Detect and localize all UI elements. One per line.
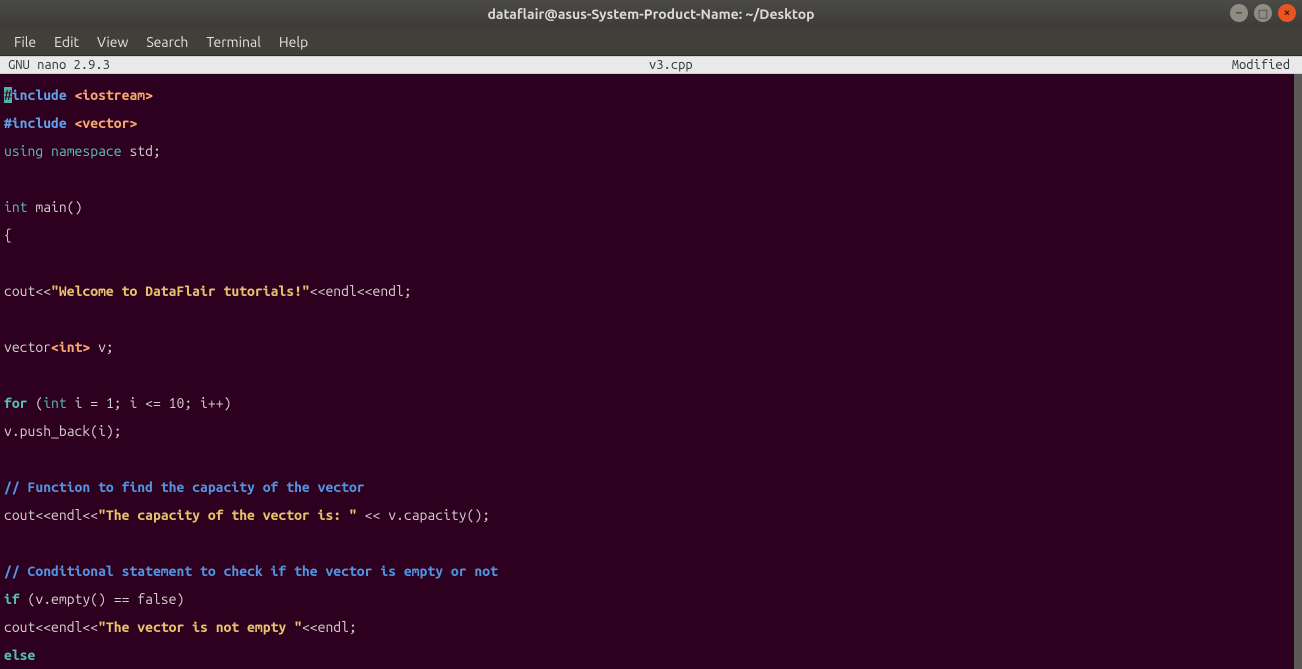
- close-icon[interactable]: ×: [1278, 4, 1296, 22]
- code-token: <int>: [51, 339, 90, 355]
- code-token: #include: [4, 115, 75, 131]
- code-token: i = 1; i <= 10; i++): [67, 395, 232, 411]
- code-token: cout<<endl<<: [4, 507, 98, 523]
- code-line: {: [4, 228, 1290, 242]
- menu-edit[interactable]: Edit: [46, 32, 87, 52]
- code-token: (: [28, 395, 44, 411]
- code-token: "The vector is not empty ": [98, 619, 302, 635]
- code-token: using namespace: [4, 143, 122, 159]
- code-token: vector: [4, 339, 51, 355]
- code-token: cout<<endl<<: [4, 619, 98, 635]
- maximize-icon[interactable]: □: [1254, 4, 1272, 22]
- code-line: [4, 312, 1290, 326]
- code-token: std;: [122, 143, 161, 159]
- menubar: File Edit View Search Terminal Help: [0, 28, 1302, 56]
- code-token: if: [4, 591, 20, 607]
- menu-search[interactable]: Search: [138, 32, 196, 52]
- code-token: <<endl;: [302, 619, 357, 635]
- code-line: [4, 536, 1290, 550]
- editor-area[interactable]: #include <iostream> #include <vector> us…: [0, 74, 1302, 669]
- code-line: [4, 368, 1290, 382]
- menu-view[interactable]: View: [89, 32, 136, 52]
- menu-file[interactable]: File: [6, 32, 44, 52]
- menu-help[interactable]: Help: [271, 32, 316, 52]
- code-token: v;: [90, 339, 114, 355]
- code-line: [4, 256, 1290, 270]
- code-line: [4, 452, 1290, 466]
- code-token: include: [12, 87, 75, 103]
- code-token: int: [43, 395, 67, 411]
- code-token: cout<<: [4, 283, 51, 299]
- code-token: for: [4, 395, 28, 411]
- code-token: else: [4, 647, 35, 663]
- code-token: "Welcome to DataFlair tutorials!": [51, 283, 310, 299]
- code-token: main(): [28, 199, 83, 215]
- window-titlebar: dataflair@asus-System-Product-Name: ~/De…: [0, 0, 1302, 28]
- code-token: <<endl<<endl;: [310, 283, 412, 299]
- code-token: int: [4, 199, 28, 215]
- menu-terminal[interactable]: Terminal: [198, 32, 269, 52]
- window-controls: – □ ×: [1230, 4, 1296, 22]
- nano-filename: v3.cpp: [110, 58, 1232, 72]
- code-comment: // Conditional statement to check if the…: [4, 563, 498, 579]
- code-token: "The capacity of the vector is: ": [98, 507, 357, 523]
- nano-modified: Modified: [1232, 58, 1302, 72]
- minimize-icon[interactable]: –: [1230, 4, 1248, 22]
- code-token: <iostream>: [75, 87, 153, 103]
- code-line: v.push_back(i);: [4, 424, 1290, 438]
- code-token: (v.empty() == false): [20, 591, 185, 607]
- nano-statusbar: GNU nano 2.9.3 v3.cpp Modified: [0, 56, 1302, 74]
- window-title: dataflair@asus-System-Product-Name: ~/De…: [487, 6, 814, 22]
- code-line: [4, 172, 1290, 186]
- nano-app-version: GNU nano 2.9.3: [0, 58, 110, 72]
- code-comment: // Function to find the capacity of the …: [4, 479, 365, 495]
- code-token: << v.capacity();: [357, 507, 490, 523]
- code-token: <vector>: [75, 115, 138, 131]
- cursor: #: [4, 87, 12, 103]
